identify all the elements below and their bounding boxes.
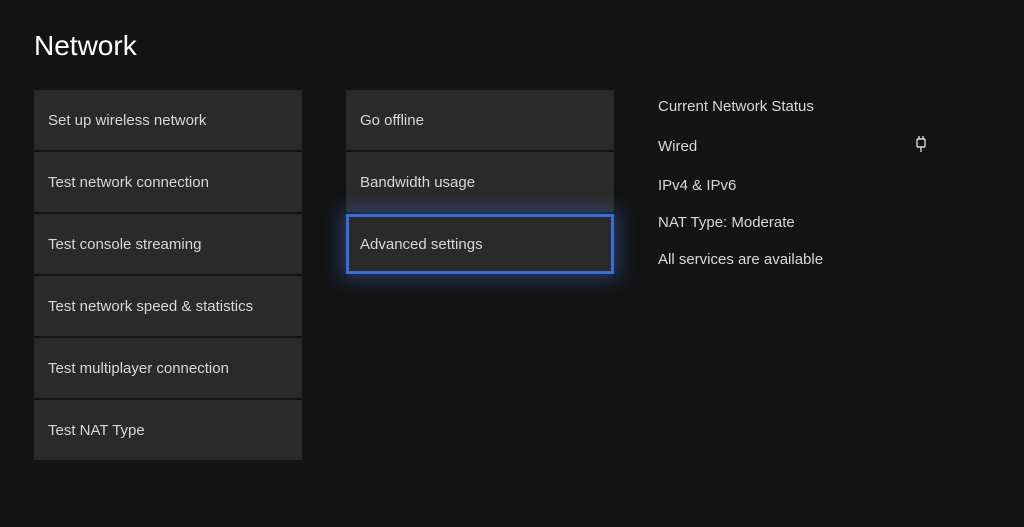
menu-test-speed[interactable]: Test network speed & statistics — [34, 276, 302, 336]
status-panel: Current Network Status Wired IPv4 & IPv6… — [658, 90, 990, 460]
menu-label: Bandwidth usage — [360, 174, 475, 191]
menu-test-nat[interactable]: Test NAT Type — [34, 400, 302, 460]
menu-test-streaming[interactable]: Test console streaming — [34, 214, 302, 274]
menu-label: Test NAT Type — [48, 422, 145, 439]
menu-label: Go offline — [360, 112, 424, 129]
menu-label: Advanced settings — [360, 236, 483, 253]
menu-bandwidth-usage[interactable]: Bandwidth usage — [346, 152, 614, 212]
plug-icon — [914, 135, 928, 157]
status-services: All services are available — [658, 251, 990, 268]
menu-label: Test multiplayer connection — [48, 360, 229, 377]
menu-label: Test network connection — [48, 174, 209, 191]
left-menu: Set up wireless network Test network con… — [34, 90, 302, 460]
menu-label: Set up wireless network — [48, 112, 206, 129]
middle-menu: Go offline Bandwidth usage Advanced sett… — [346, 90, 614, 460]
menu-label: Test console streaming — [48, 236, 201, 253]
status-heading: Current Network Status — [658, 98, 990, 115]
menu-label: Test network speed & statistics — [48, 298, 253, 315]
menu-setup-wireless[interactable]: Set up wireless network — [34, 90, 302, 150]
menu-go-offline[interactable]: Go offline — [346, 90, 614, 150]
menu-advanced-settings[interactable]: Advanced settings — [346, 214, 614, 274]
status-connection-type: Wired — [658, 138, 697, 155]
status-ip-version: IPv4 & IPv6 — [658, 177, 990, 194]
status-nat-type: NAT Type: Moderate — [658, 214, 990, 231]
page-title: Network — [34, 30, 990, 62]
menu-test-connection[interactable]: Test network connection — [34, 152, 302, 212]
menu-test-multiplayer[interactable]: Test multiplayer connection — [34, 338, 302, 398]
